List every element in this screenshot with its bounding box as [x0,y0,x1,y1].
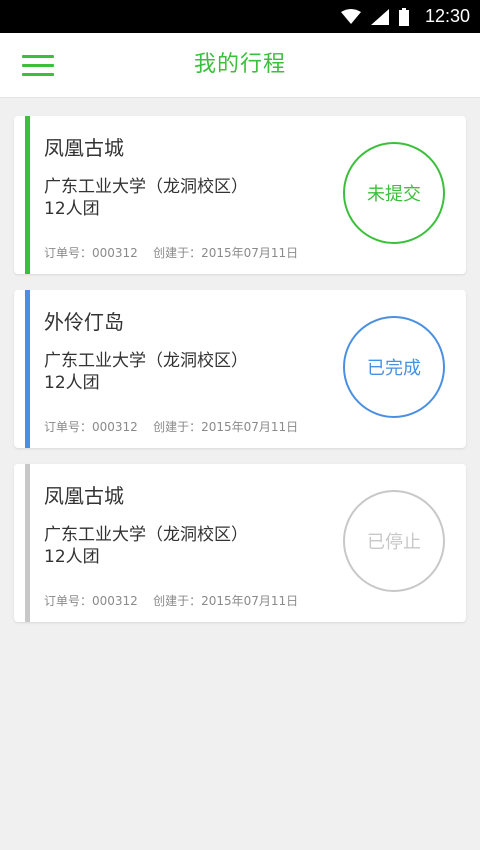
trip-group-size: 12人团 [44,547,100,567]
trip-group-size: 12人团 [44,199,100,219]
status-badge[interactable]: 已停止 [343,490,445,592]
trip-meta: 订单号：000312 创建于：2015年07月11日 [44,244,298,261]
battery-icon [398,7,409,26]
status-color-bar [25,116,30,274]
status-bar: 12:30 [0,0,480,33]
status-badge[interactable]: 已完成 [343,316,445,418]
order-number: 订单号：000312 [44,594,138,608]
created-date: 创建于：2015年07月11日 [153,246,299,260]
trip-card[interactable]: 凤凰古城 广东工业大学（龙洞校区） 12人团 订单号：000312 创建于：20… [14,464,466,622]
trip-name: 凤凰古城 [44,136,124,160]
status-time: 12:30 [424,6,470,26]
order-number: 订单号：000312 [44,420,138,434]
page-title: 我的行程 [193,52,286,77]
created-date: 创建于：2015年07月11日 [153,594,299,608]
trip-card[interactable]: 凤凰古城 广东工业大学（龙洞校区） 12人团 订单号：000312 创建于：20… [14,116,466,274]
status-badge[interactable]: 未提交 [343,142,445,244]
trip-card[interactable]: 外伶仃岛 广东工业大学（龙洞校区） 12人团 订单号：000312 创建于：20… [14,290,466,448]
signal-icon [370,8,389,25]
status-color-bar [25,290,30,448]
trip-meta: 订单号：000312 创建于：2015年07月11日 [44,592,298,609]
status-icons: 12:30 [340,0,470,33]
app-bar: 我的行程 [0,33,480,98]
status-color-bar [25,464,30,622]
trip-group-size: 12人团 [44,373,100,393]
wifi-icon [340,8,361,24]
created-date: 创建于：2015年07月11日 [153,420,299,434]
trip-name: 凤凰古城 [44,484,124,508]
trip-name: 外伶仃岛 [44,310,124,334]
order-number: 订单号：000312 [44,246,138,260]
trip-meta: 订单号：000312 创建于：2015年07月11日 [44,418,298,435]
